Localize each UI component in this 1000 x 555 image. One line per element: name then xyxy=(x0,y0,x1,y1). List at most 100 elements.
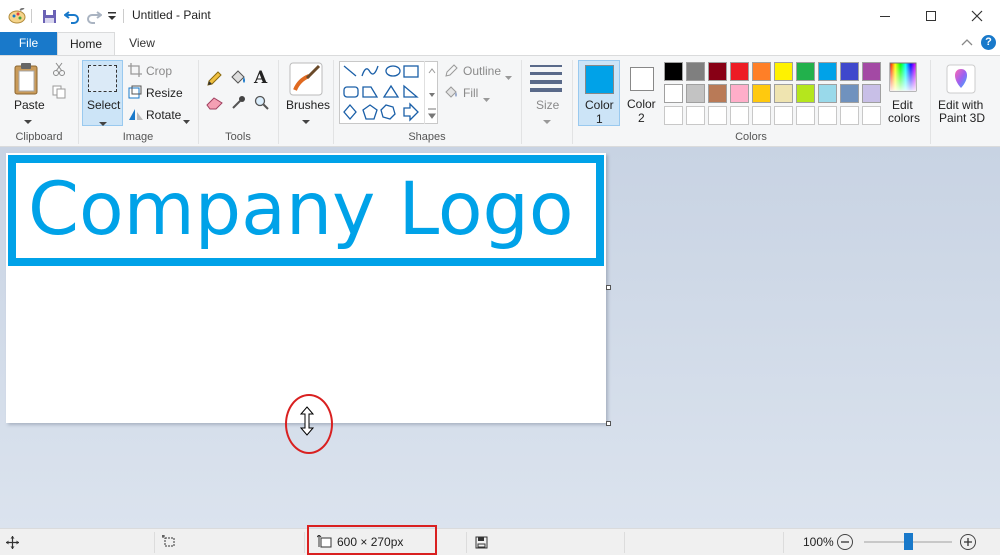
custom-color-slot[interactable] xyxy=(686,106,705,125)
color-swatch[interactable] xyxy=(664,62,683,81)
color-swatch[interactable] xyxy=(862,62,881,81)
qa-divider xyxy=(123,9,124,23)
color-swatch[interactable] xyxy=(686,84,705,103)
group-divider xyxy=(930,60,931,144)
cut-icon[interactable] xyxy=(52,62,66,79)
paste-dropdown-icon[interactable] xyxy=(24,114,32,128)
edit-colors-line2[interactable]: colors xyxy=(888,111,920,125)
custom-color-slot[interactable] xyxy=(708,106,727,125)
color-swatch[interactable] xyxy=(730,84,749,103)
size-icon[interactable] xyxy=(530,64,562,95)
select-dropdown-icon xyxy=(99,116,107,130)
custom-color-slot[interactable] xyxy=(840,106,859,125)
outline-icon[interactable] xyxy=(444,64,458,81)
maximize-button[interactable] xyxy=(908,0,954,32)
custom-color-slot[interactable] xyxy=(818,106,837,125)
zoom-slider-thumb[interactable] xyxy=(903,533,913,550)
zoom-level-label: 100% xyxy=(803,535,834,549)
edit-colors-line1[interactable]: Edit xyxy=(892,98,913,112)
tab-view[interactable]: View xyxy=(115,32,169,55)
copy-icon[interactable] xyxy=(52,85,66,102)
rotate-dropdown-icon[interactable] xyxy=(183,113,190,127)
pencil-icon[interactable] xyxy=(206,71,222,90)
fill-bucket-icon[interactable] xyxy=(229,70,247,89)
fill-icon[interactable] xyxy=(444,85,460,102)
minimize-button[interactable] xyxy=(862,0,908,32)
drawing-canvas[interactable]: Company Logo xyxy=(6,153,606,423)
brushes-button[interactable]: Brushes xyxy=(286,98,330,112)
magnifier-icon[interactable] xyxy=(254,95,269,113)
redo-icon[interactable] xyxy=(86,7,102,25)
color1-number: 1 xyxy=(596,112,603,126)
outline-dropdown-icon[interactable] xyxy=(505,69,512,83)
custom-color-slot[interactable] xyxy=(664,106,683,125)
paint3d-line1[interactable]: Edit with xyxy=(938,98,983,112)
color-swatch[interactable] xyxy=(796,62,815,81)
custom-color-slot[interactable] xyxy=(730,106,749,125)
brushes-icon[interactable] xyxy=(289,62,323,99)
size-dropdown-icon[interactable] xyxy=(543,114,551,128)
help-icon[interactable]: ? xyxy=(981,35,996,50)
select-button[interactable]: Select xyxy=(82,60,123,126)
tab-file[interactable]: File xyxy=(0,32,57,55)
resize-handle-corner[interactable] xyxy=(606,421,611,426)
customize-qa-icon[interactable] xyxy=(107,7,117,25)
resize-handle-right[interactable] xyxy=(606,285,611,290)
edit-colors-icon[interactable] xyxy=(889,62,917,95)
resize-button[interactable]: Resize xyxy=(146,86,183,100)
paste-button[interactable]: Paste xyxy=(14,98,45,112)
color-swatch[interactable] xyxy=(708,62,727,81)
undo-icon[interactable] xyxy=(64,7,80,25)
custom-color-slot[interactable] xyxy=(774,106,793,125)
crop-button[interactable]: Crop xyxy=(146,64,172,78)
paste-icon[interactable] xyxy=(12,62,42,99)
fill-button[interactable]: Fill xyxy=(463,86,478,100)
paint3d-icon[interactable] xyxy=(946,64,976,97)
custom-color-slot[interactable] xyxy=(752,106,771,125)
color-swatch[interactable] xyxy=(796,84,815,103)
color-swatch[interactable] xyxy=(664,84,683,103)
close-button[interactable] xyxy=(954,0,1000,32)
custom-color-slot[interactable] xyxy=(796,106,815,125)
color-swatch[interactable] xyxy=(840,84,859,103)
color-swatch[interactable] xyxy=(752,62,771,81)
zoom-out-button[interactable] xyxy=(837,534,853,550)
shapes-scroll[interactable] xyxy=(424,61,438,124)
paint3d-line2[interactable]: Paint 3D xyxy=(939,111,985,125)
color-swatch[interactable] xyxy=(862,84,881,103)
custom-color-slot[interactable] xyxy=(862,106,881,125)
color-swatch[interactable] xyxy=(708,84,727,103)
rotate-button[interactable]: Rotate xyxy=(146,108,181,122)
color-picker-icon[interactable] xyxy=(231,95,246,113)
color-swatch[interactable] xyxy=(752,84,771,103)
outline-button[interactable]: Outline xyxy=(463,64,501,78)
color1-button[interactable]: Color 1 xyxy=(578,60,620,126)
ribbon: Paste Clipboard Select Crop Resize Rotat… xyxy=(0,55,1000,147)
collapse-ribbon-icon[interactable] xyxy=(961,37,973,51)
color-swatch[interactable] xyxy=(774,84,793,103)
selection-size-icon xyxy=(162,535,176,552)
brushes-dropdown-icon[interactable] xyxy=(302,114,310,128)
color-swatch[interactable] xyxy=(818,84,837,103)
color-palette xyxy=(664,62,882,128)
crop-icon[interactable] xyxy=(128,63,142,80)
color-swatch[interactable] xyxy=(840,62,859,81)
color2-button[interactable]: Color 2 xyxy=(624,60,660,126)
color-swatch[interactable] xyxy=(818,62,837,81)
tab-home[interactable]: Home xyxy=(57,32,115,56)
resize-icon[interactable] xyxy=(128,85,142,102)
rotate-icon[interactable] xyxy=(128,107,144,124)
color-swatch[interactable] xyxy=(730,62,749,81)
size-button[interactable]: Size xyxy=(536,98,559,112)
zoom-in-button[interactable] xyxy=(960,534,976,550)
fill-dropdown-icon[interactable] xyxy=(483,91,490,105)
text-tool-icon[interactable]: A xyxy=(254,68,267,88)
color-swatch[interactable] xyxy=(686,62,705,81)
logo-text: Company Logo xyxy=(28,167,574,252)
eraser-icon[interactable] xyxy=(206,96,224,113)
canvas-workspace[interactable]: Company Logo xyxy=(0,147,1000,528)
status-divider xyxy=(783,532,784,553)
color-swatch[interactable] xyxy=(774,62,793,81)
paint-app-icon[interactable] xyxy=(8,7,26,25)
save-icon[interactable] xyxy=(42,7,57,25)
